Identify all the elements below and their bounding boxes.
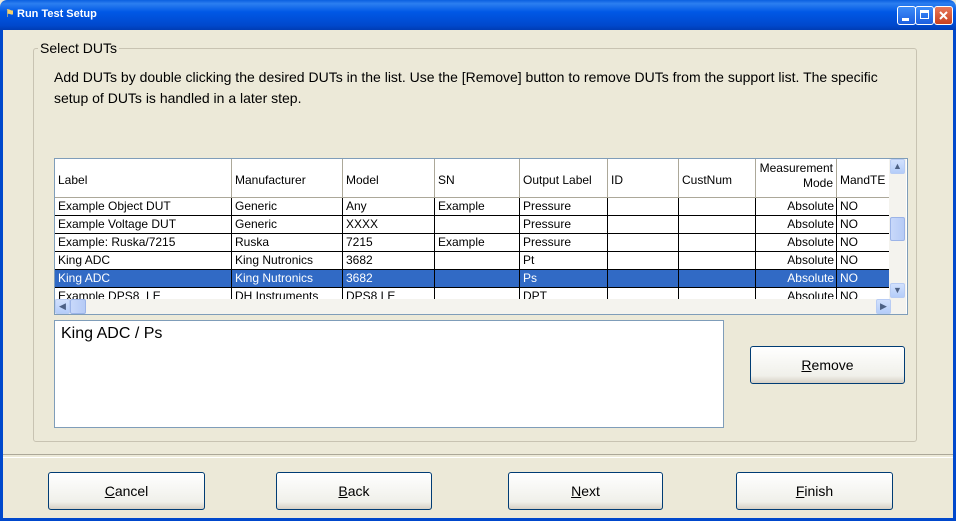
cell-model[interactable]: Any (343, 198, 435, 216)
footer-separator (3, 454, 953, 458)
cell-manufacturer[interactable]: King Nutronics (232, 270, 343, 288)
column-header-label[interactable]: Label (55, 159, 232, 198)
cell-model[interactable]: XXXX (343, 216, 435, 234)
cell-manufacturer[interactable]: Generic (232, 198, 343, 216)
remove-button[interactable]: Remove (750, 346, 905, 384)
arrow-down-icon: ▼ (893, 285, 902, 295)
column-header-model[interactable]: Model (343, 159, 435, 198)
column-header-output-label[interactable]: Output Label (520, 159, 608, 198)
arrow-right-icon: ▶ (880, 301, 887, 311)
column-header-manufacturer[interactable]: Manufacturer (232, 159, 343, 198)
scroll-right-button[interactable]: ▶ (876, 299, 891, 314)
dut-grid[interactable]: Label Manufacturer Model SN Output Label… (54, 158, 908, 315)
scroll-left-button[interactable]: ◀ (55, 299, 70, 314)
column-header-mandte[interactable]: MandTE (837, 159, 897, 198)
table-row[interactable]: Example Object DUT Generic Any Example Press… (55, 198, 897, 216)
cell-output-label[interactable]: Pt (520, 252, 608, 270)
horizontal-scrollbar[interactable]: ◀ ▶ (55, 299, 906, 314)
cell-mandte[interactable]: NO (837, 234, 897, 252)
cell-label[interactable]: Example Object DUT (55, 198, 232, 216)
column-header-id[interactable]: ID (608, 159, 679, 198)
cell-sn[interactable] (435, 270, 520, 288)
back-button[interactable]: Back (276, 472, 432, 510)
cell-measurement-mode[interactable]: Absolute (756, 198, 837, 216)
cell-mandte[interactable]: NO (837, 198, 897, 216)
cell-model[interactable]: 3682 (343, 270, 435, 288)
cell-model[interactable]: 7215 (343, 234, 435, 252)
cell-measurement-mode[interactable]: Absolute (756, 216, 837, 234)
cell-custnum[interactable] (679, 198, 756, 216)
column-header-measurement-mode[interactable]: Measurement Mode (756, 159, 837, 198)
cell-manufacturer[interactable]: King Nutronics (232, 252, 343, 270)
table-row[interactable]: King ADC King Nutronics 3682 Ps Absolute NO (55, 270, 897, 288)
vertical-scrollbar[interactable]: ▲ ▼ (889, 159, 906, 299)
cell-measurement-mode[interactable]: Absolute (756, 234, 837, 252)
arrow-up-icon: ▲ (893, 161, 902, 171)
minimize-button[interactable] (897, 6, 916, 25)
cell-sn[interactable]: Example (435, 198, 520, 216)
cell-sn[interactable]: Example (435, 234, 520, 252)
table-row[interactable]: Example Voltage DUT Generic XXXX Pressure Ab… (55, 216, 897, 234)
cell-id[interactable] (608, 234, 679, 252)
cell-id[interactable] (608, 216, 679, 234)
table-row[interactable]: King ADC King Nutronics 3682 Pt Absolute NO (55, 252, 897, 270)
cell-manufacturer[interactable]: Generic (232, 216, 343, 234)
column-header-sn[interactable]: SN (435, 159, 520, 198)
cell-id[interactable] (608, 198, 679, 216)
arrow-left-icon: ◀ (59, 301, 66, 311)
cell-mandte[interactable]: NO (837, 216, 897, 234)
app-icon: ⚑ (5, 8, 15, 20)
next-button[interactable]: Next (508, 472, 663, 510)
cell-label[interactable]: King ADC (55, 252, 232, 270)
table-row[interactable]: Example: Ruska/7215 Ruska 7215 Example Press… (55, 234, 897, 252)
minimize-icon (902, 18, 909, 21)
instructions-text: Add DUTs by double clicking the desired … (54, 69, 878, 106)
grid-header: Label Manufacturer Model SN Output Label… (55, 159, 897, 198)
cell-label[interactable]: Example: Ruska/7215 (55, 234, 232, 252)
cell-output-label[interactable]: Ps (520, 270, 608, 288)
cell-output-label[interactable]: Pressure (520, 216, 608, 234)
cell-custnum[interactable] (679, 270, 756, 288)
cell-measurement-mode[interactable]: Absolute (756, 270, 837, 288)
cell-label[interactable]: King ADC (55, 270, 232, 288)
selected-dut-details: King ADC / Ps (54, 320, 724, 428)
cell-output-label[interactable]: Pressure (520, 198, 608, 216)
cell-id[interactable] (608, 252, 679, 270)
cell-custnum[interactable] (679, 234, 756, 252)
maximize-button[interactable] (915, 6, 934, 25)
vertical-scroll-thumb[interactable] (890, 217, 905, 241)
cell-mandte[interactable]: NO (837, 270, 897, 288)
scroll-up-button[interactable]: ▲ (890, 159, 905, 174)
group-title: Select DUTs (38, 40, 120, 56)
cell-model[interactable]: 3682 (343, 252, 435, 270)
maximize-icon (920, 10, 929, 19)
cell-custnum[interactable] (679, 216, 756, 234)
cell-custnum[interactable] (679, 252, 756, 270)
cell-manufacturer[interactable]: Ruska (232, 234, 343, 252)
finish-button[interactable]: Finish (736, 472, 893, 510)
cell-measurement-mode[interactable]: Absolute (756, 252, 837, 270)
close-icon (939, 11, 948, 20)
column-header-custnum[interactable]: CustNum (679, 159, 756, 198)
horizontal-scroll-thumb[interactable] (70, 299, 86, 314)
cancel-button[interactable]: Cancel (48, 472, 205, 510)
cell-sn[interactable] (435, 216, 520, 234)
cell-label[interactable]: Example Voltage DUT (55, 216, 232, 234)
cell-mandte[interactable]: NO (837, 252, 897, 270)
cell-id[interactable] (608, 270, 679, 288)
scroll-down-button[interactable]: ▼ (890, 283, 905, 298)
close-button[interactable] (934, 6, 953, 25)
title-bar: ⚑ Run Test Setup (0, 0, 956, 30)
cell-sn[interactable] (435, 252, 520, 270)
cell-output-label[interactable]: Pressure (520, 234, 608, 252)
window-title: Run Test Setup (17, 8, 97, 20)
